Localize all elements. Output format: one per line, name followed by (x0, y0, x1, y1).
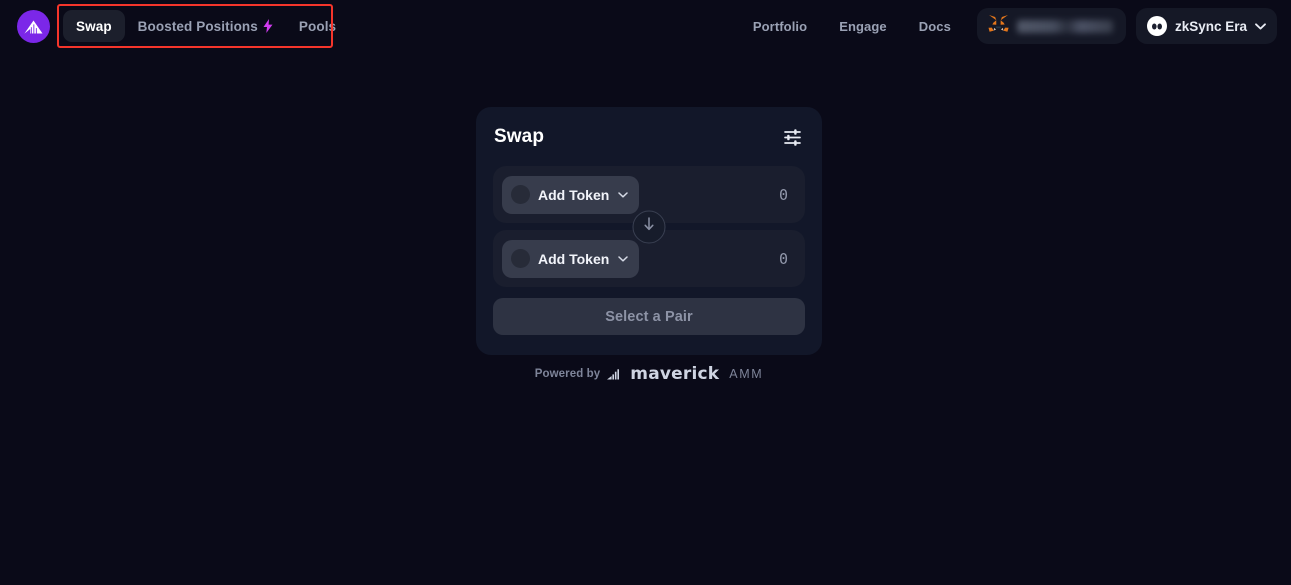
network-name-label: zkSync Era (1174, 18, 1247, 34)
token-placeholder-icon (511, 249, 530, 268)
nav-link-portfolio[interactable]: Portfolio (737, 19, 823, 34)
nav-tab-swap-label: Swap (76, 18, 112, 34)
wallet-address-blurred (1016, 19, 1113, 33)
primary-nav: Swap Boosted Positions Pools (63, 10, 349, 42)
swap-card-title: Swap (494, 126, 545, 147)
powered-by-footer: Powered by maverick AMM (476, 364, 822, 384)
arrow-down-icon (643, 217, 656, 237)
chevron-down-icon (618, 255, 629, 262)
maverick-bars-icon (607, 368, 621, 380)
sliders-settings-icon[interactable] (780, 125, 804, 149)
swap-card-header: Swap (493, 125, 805, 149)
maverick-logo-icon[interactable] (17, 10, 50, 43)
metamask-fox-icon (988, 14, 1009, 39)
network-selector-button[interactable]: zkSync Era (1135, 8, 1277, 44)
zksync-logo-icon (1146, 16, 1167, 36)
nav-link-docs[interactable]: Docs (903, 19, 967, 34)
from-amount-input[interactable]: 0 (779, 186, 788, 204)
amm-product-label: AMM (729, 367, 764, 381)
swap-direction-button[interactable] (632, 210, 666, 243)
from-token-selector[interactable]: Add Token (502, 175, 640, 214)
to-token-selector[interactable]: Add Token (502, 239, 640, 278)
nav-tab-boosted-positions-label: Boosted Positions (137, 18, 258, 34)
chevron-down-icon (1255, 17, 1266, 35)
wallet-connect-button[interactable] (976, 8, 1126, 44)
to-token-label: Add Token (538, 250, 610, 267)
nav-tab-boosted-positions[interactable]: Boosted Positions (125, 10, 286, 42)
token-rows: Add Token 0 Add Token 0 (493, 166, 805, 287)
nav-tab-pools-label: Pools (298, 18, 337, 34)
top-header: Swap Boosted Positions Pools Portfolio E… (0, 0, 1291, 52)
token-placeholder-icon (511, 185, 530, 204)
select-a-pair-button[interactable]: Select a Pair (493, 298, 805, 335)
nav-tab-pools[interactable]: Pools (286, 10, 349, 42)
header-right-group: Portfolio Engage Docs zkSync Era (737, 8, 1277, 44)
maverick-brand-name: maverick (630, 364, 720, 384)
nav-tab-swap[interactable]: Swap (63, 10, 125, 42)
nav-link-engage[interactable]: Engage (823, 19, 903, 34)
powered-by-label: Powered by (534, 368, 601, 380)
swap-card: Swap Add Token 0 Add Token 0 Select a Pa… (476, 107, 822, 355)
from-token-label: Add Token (538, 186, 610, 203)
to-amount-input[interactable]: 0 (779, 250, 788, 268)
lightning-bolt-icon (263, 19, 273, 33)
chevron-down-icon (618, 191, 629, 198)
